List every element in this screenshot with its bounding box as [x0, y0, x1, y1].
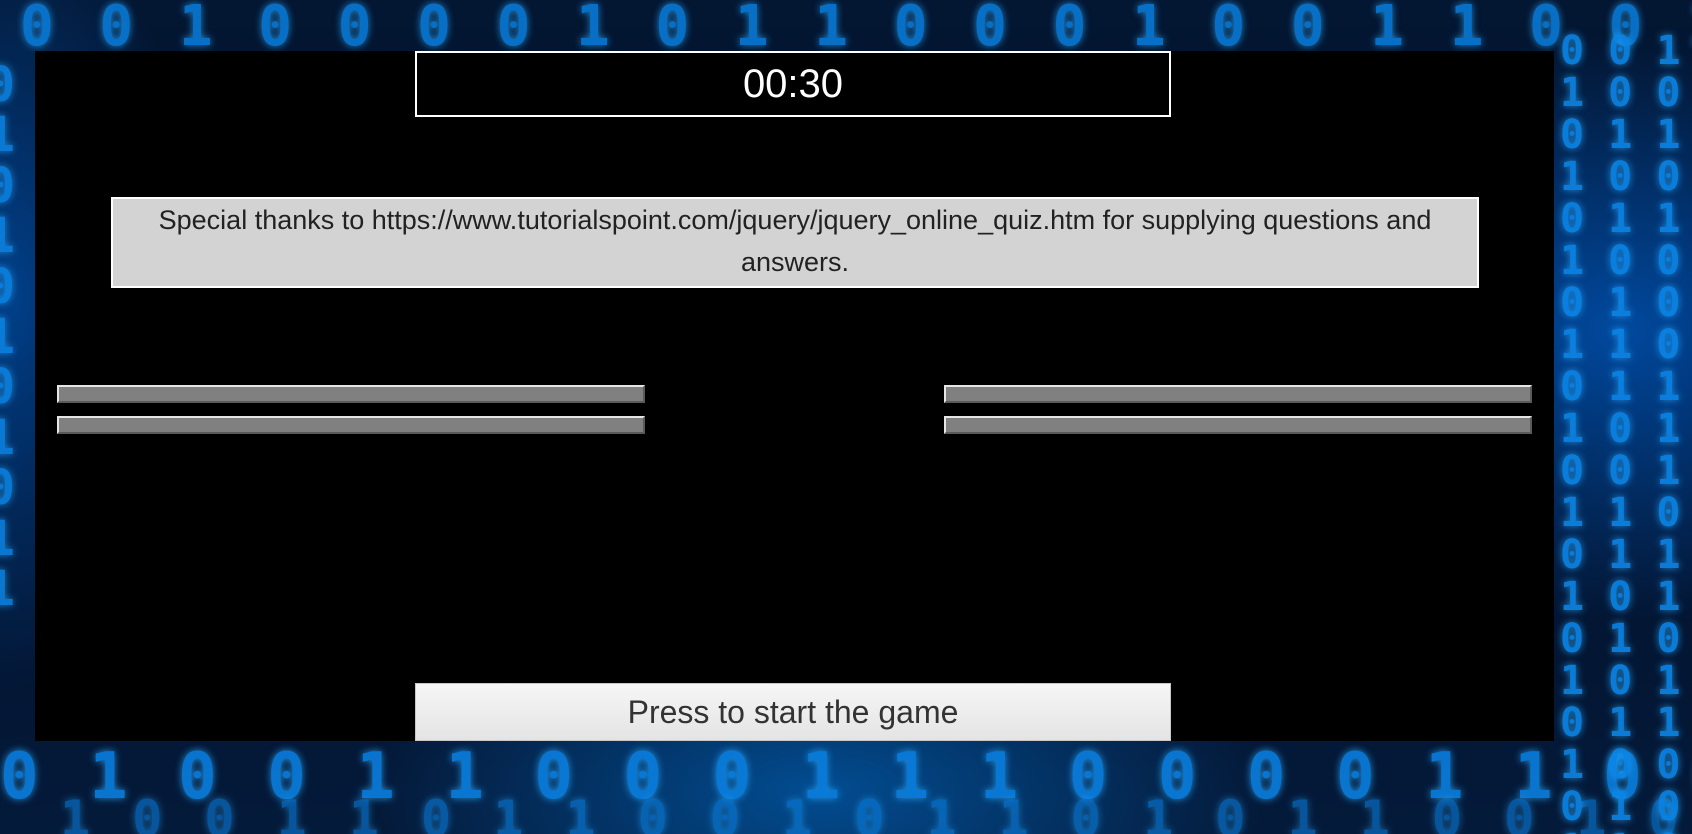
answer-option-3[interactable] [944, 385, 1532, 403]
answer-option-4[interactable] [944, 416, 1532, 434]
answer-option-1[interactable] [57, 385, 645, 403]
start-game-button[interactable]: Press to start the game [415, 683, 1171, 741]
answer-option-2[interactable] [57, 416, 645, 434]
countdown-timer: 00:30 [415, 51, 1171, 117]
game-panel: 00:30 Special thanks to https://www.tuto… [35, 51, 1554, 741]
credits-banner: Special thanks to https://www.tutorialsp… [111, 197, 1479, 288]
